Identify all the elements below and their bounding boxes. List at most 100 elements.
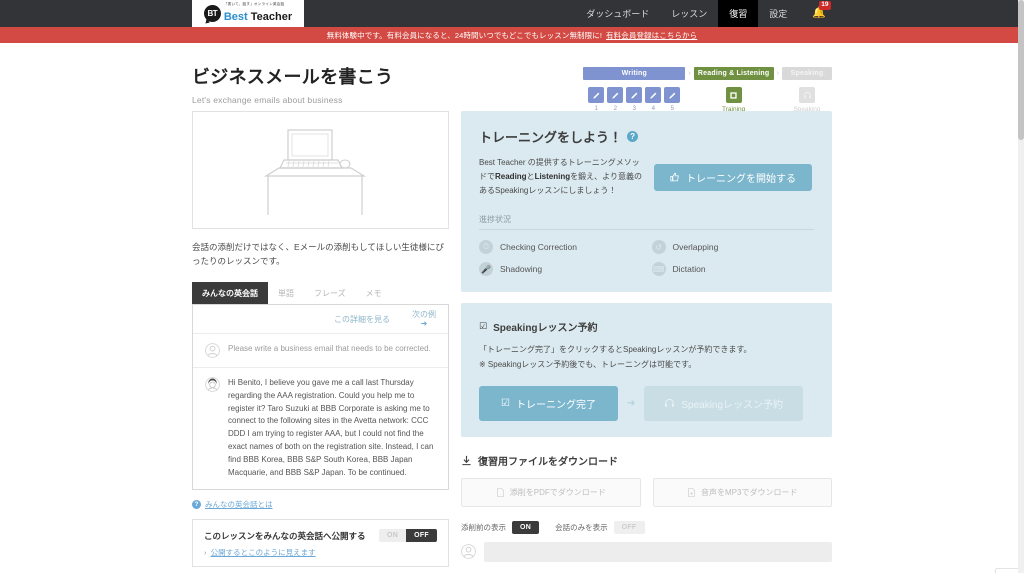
speaking-steps — [799, 87, 815, 103]
progress-section-title: 進捗状況 — [479, 214, 814, 230]
stage-reading-listening: Reading & Listening Training — [693, 67, 774, 113]
conversation-only-label: 会話のみを表示 — [555, 522, 608, 532]
download-title: 復習用ファイルをダウンロード — [478, 456, 618, 468]
page-container: ビジネスメールを書こう Let's exchange emails about … — [0, 43, 1024, 573]
progress-item-label: Dictation — [672, 264, 706, 274]
training-card-body: Best Teacher の提供するトレーニングメソッドでReadingとLis… — [479, 156, 814, 198]
site-logo[interactable]: BT 「書いて、話す」オンライン英会話 Best Teacher — [192, 0, 304, 27]
tab-everyones-conversation[interactable]: みんなの英会話 — [192, 282, 268, 305]
writing-step-4[interactable]: 4 — [645, 87, 662, 112]
page-subtitle: Let's exchange emails about business — [192, 95, 343, 105]
stage-reading-label: Reading & Listening — [693, 67, 774, 80]
trial-banner-link[interactable]: 有料会員登録はこちらから — [606, 30, 697, 41]
nav-item-dashboard[interactable]: ダッシュボード — [575, 0, 660, 27]
what-is-link[interactable]: みんなの英会話とは — [205, 499, 273, 510]
lesson-illustration — [192, 111, 449, 229]
writing-step-5[interactable]: 5 — [664, 87, 681, 112]
speaking-card-title-row: ☑ Speakingレッスン予約 — [479, 319, 814, 334]
complete-training-button[interactable]: ☑ トレーニング完了 — [479, 385, 618, 421]
training-desc-reading: Reading — [495, 172, 527, 181]
logo-speech-bubble-icon: BT — [203, 5, 221, 22]
stage-writing: Writing 1 2 3 4 5 — [583, 67, 686, 112]
notifications-button[interactable]: 🔔 19 — [798, 0, 836, 27]
writing-step-2[interactable]: 2 — [607, 87, 624, 112]
mic-icon: 🎤 — [479, 262, 493, 276]
tab-phrases[interactable]: フレーズ — [304, 282, 356, 304]
download-pdf-button[interactable]: 添削をPDFでダウンロード — [461, 477, 641, 507]
question-icon: ? — [192, 500, 201, 510]
progress-item-label: Checking Correction — [500, 242, 578, 252]
conversation-only-toggle[interactable]: OFF — [613, 520, 645, 534]
next-example-button[interactable]: 次の例 ➜ — [412, 310, 436, 329]
nav-item-lesson[interactable]: レッスン — [660, 0, 718, 27]
teacher-message-text: Please write a business email that needs… — [228, 343, 431, 353]
training-card-title-row: トレーニングをしよう！ ? — [479, 127, 814, 146]
page-scrollbar-thumb[interactable] — [1018, 0, 1024, 140]
reading-steps — [725, 87, 742, 103]
writing-step-1[interactable]: 1 — [588, 87, 605, 112]
pdf-file-icon — [496, 487, 504, 497]
training-card-description: Best Teacher の提供するトレーニングメソッドでReadingとLis… — [479, 156, 642, 198]
headset-icon — [799, 87, 815, 103]
headset-icon — [665, 398, 675, 407]
checkbox-icon: ☑ — [479, 321, 488, 331]
what-is-everyones-conversation[interactable]: ? みんなの英会話とは — [192, 499, 449, 510]
publish-lesson-section: このレッスンをみんなの英会話へ公開する ON OFF › 公開するとこのように見… — [192, 519, 449, 568]
speaking-reservation-card: ☑ Speakingレッスン予約 「トレーニング完了」をクリックするとSpeak… — [461, 303, 832, 437]
download-mp3-button[interactable]: 音声をMP3でダウンロード — [652, 477, 832, 507]
arrow-right-icon: ➜ — [420, 318, 428, 328]
stage-speaking: Speaking Speaking — [782, 67, 832, 113]
stage-speaking-label: Speaking — [782, 67, 832, 80]
logo-tagline: 「書いて、話す」オンライン英会話 — [223, 2, 285, 7]
speaking-step — [799, 87, 815, 103]
conversation-toolbar: この詳細を見る 次の例 ➜ — [193, 305, 448, 333]
pencil-icon — [588, 87, 605, 103]
training-card-title: トレーニングをしよう！ — [479, 130, 623, 145]
progress-item-label: Shadowing — [500, 264, 543, 274]
logo-name-dark: Teacher — [247, 10, 293, 23]
chevron-right-icon: › — [204, 548, 207, 558]
help-icon[interactable]: ? — [627, 131, 639, 142]
start-training-label: トレーニングを開始する — [686, 173, 796, 185]
thumbs-up-icon — [670, 172, 679, 182]
publish-toggle[interactable]: ON OFF — [378, 529, 437, 543]
nav-item-settings[interactable]: 設定 — [758, 0, 798, 27]
download-buttons: 添削をPDFでダウンロード 音声をMP3でダウンロード — [461, 477, 832, 507]
writing-step-3[interactable]: 3 — [626, 87, 643, 112]
publish-label: このレッスンをみんなの英会話へ公開する — [204, 530, 366, 541]
left-column: 会話の添削だけではなく、Eメールの添削もしてほしい生徒様にぴったりのレッスンです… — [192, 111, 449, 568]
pencil-icon — [607, 87, 624, 103]
training-icon — [725, 87, 742, 103]
publish-preview-link[interactable]: 公開するとこのように見えます — [211, 548, 316, 557]
progress-item-shadowing: 🎤 Shadowing — [479, 262, 642, 276]
before-correction-option: 添削前の表示 ON — [461, 520, 540, 534]
nav-item-review[interactable]: 復習 — [718, 0, 759, 27]
tab-words[interactable]: 単語 — [268, 282, 304, 304]
training-desc-listening: Listening — [534, 172, 571, 181]
message-placeholder-bar — [484, 541, 832, 562]
progress-item-checking-correction: ⏱ Checking Correction — [479, 240, 642, 254]
trial-banner-text: 無料体験中です。有料会員になると、24時間いつでもどこでもレッスン無制限に! — [326, 30, 603, 40]
reserve-speaking-button[interactable]: Speakingレッスン予約 — [644, 385, 804, 421]
tab-memo[interactable]: メモ — [356, 282, 392, 304]
trial-banner: 無料体験中です。有料会員になると、24時間いつでもどこでもレッスン無制限に! 有… — [0, 27, 1024, 43]
training-step[interactable] — [725, 87, 742, 103]
page-title: ビジネスメールを書こう — [192, 67, 394, 87]
start-training-button[interactable]: トレーニングを開始する — [654, 163, 812, 191]
view-detail-link[interactable]: この詳細を見る — [334, 314, 390, 325]
page-header-row: ビジネスメールを書こう Let's exchange emails about … — [192, 43, 832, 113]
progress-item-overlapping: ↺ Overlapping — [651, 240, 815, 254]
main-nav: ダッシュボード レッスン 復習 設定 🔔 19 — [575, 0, 1024, 27]
before-correction-toggle[interactable]: ON — [512, 520, 540, 534]
logo-name-blue: Best — [223, 10, 248, 23]
page-scrollbar-track[interactable] — [1018, 0, 1024, 573]
progress-item-dictation: ⌨ Dictation — [651, 262, 815, 276]
publish-toggle-on[interactable]: ON — [378, 529, 407, 543]
download-pdf-label: 添削をPDFでダウンロード — [509, 487, 606, 497]
repeat-icon: ↺ — [651, 240, 666, 254]
content-tabs: みんなの英会話 単語 フレーズ メモ — [192, 282, 449, 306]
publish-toggle-off[interactable]: OFF — [406, 529, 437, 543]
teacher-avatar — [205, 342, 220, 358]
progress-section: 進捗状況 ⏱ Checking Correction ↺ Overlapping… — [479, 214, 814, 276]
download-title-row: 復習用ファイルをダウンロード — [461, 453, 832, 468]
